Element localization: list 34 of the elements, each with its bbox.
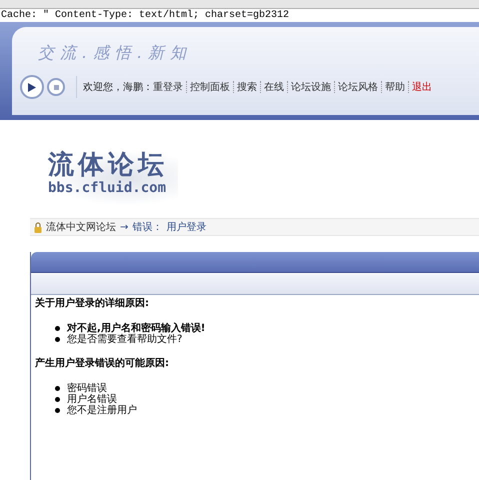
- section-heading: 产生用户登录错误的可能原因:: [35, 357, 170, 371]
- nav-link[interactable]: 控制面板: [190, 80, 230, 94]
- nav-link[interactable]: 退出: [412, 80, 432, 94]
- arrow-separator: →: [120, 220, 128, 234]
- play-icon: [28, 82, 36, 92]
- logo-url: bbs.cfluid.com: [48, 180, 168, 196]
- nav-link[interactable]: 论坛风格: [338, 80, 378, 94]
- stop-button[interactable]: [47, 78, 65, 96]
- stop-icon: [54, 84, 58, 90]
- nav-link[interactable]: 帮助: [385, 80, 405, 94]
- meta-line: Cache: " Content-Type: text/html; charset=gb2312: [0, 9, 290, 22]
- lock-icon: [34, 222, 42, 232]
- welcome-text: 欢迎您，海鹏：: [83, 80, 153, 94]
- play-button[interactable]: [20, 75, 44, 99]
- reason-text: 密码错误: [67, 383, 107, 394]
- nav-link[interactable]: 论坛设施: [291, 80, 331, 94]
- slogan: 交流.感悟.新知: [37, 42, 194, 64]
- nav-link[interactable]: 搜索: [237, 80, 257, 94]
- nav-link[interactable]: 在线: [264, 80, 284, 94]
- breadcrumb-link[interactable]: 错误：: [132, 220, 162, 234]
- reason-text: 对不起,用户名和密码输入错误!: [67, 323, 206, 334]
- bullet-icon: [55, 326, 60, 331]
- nav-link[interactable]: 重登录: [153, 80, 183, 94]
- breadcrumb-link[interactable]: 用户登录: [166, 220, 206, 234]
- section-heading: 关于用户登录的详细原因:: [35, 297, 150, 311]
- breadcrumb-link[interactable]: 流体中文网论坛: [46, 220, 116, 234]
- bullet-icon: [55, 408, 60, 413]
- bullet-icon: [55, 337, 60, 342]
- reason-text: 您不是注册用户: [67, 405, 137, 416]
- logo-title: 流体论坛: [48, 150, 169, 180]
- bullet-icon: [55, 397, 60, 402]
- reason-text: 用户名错误: [67, 394, 117, 405]
- reason-text: 您是否需要查看帮助文件?: [67, 334, 182, 345]
- bullet-icon: [55, 386, 60, 391]
